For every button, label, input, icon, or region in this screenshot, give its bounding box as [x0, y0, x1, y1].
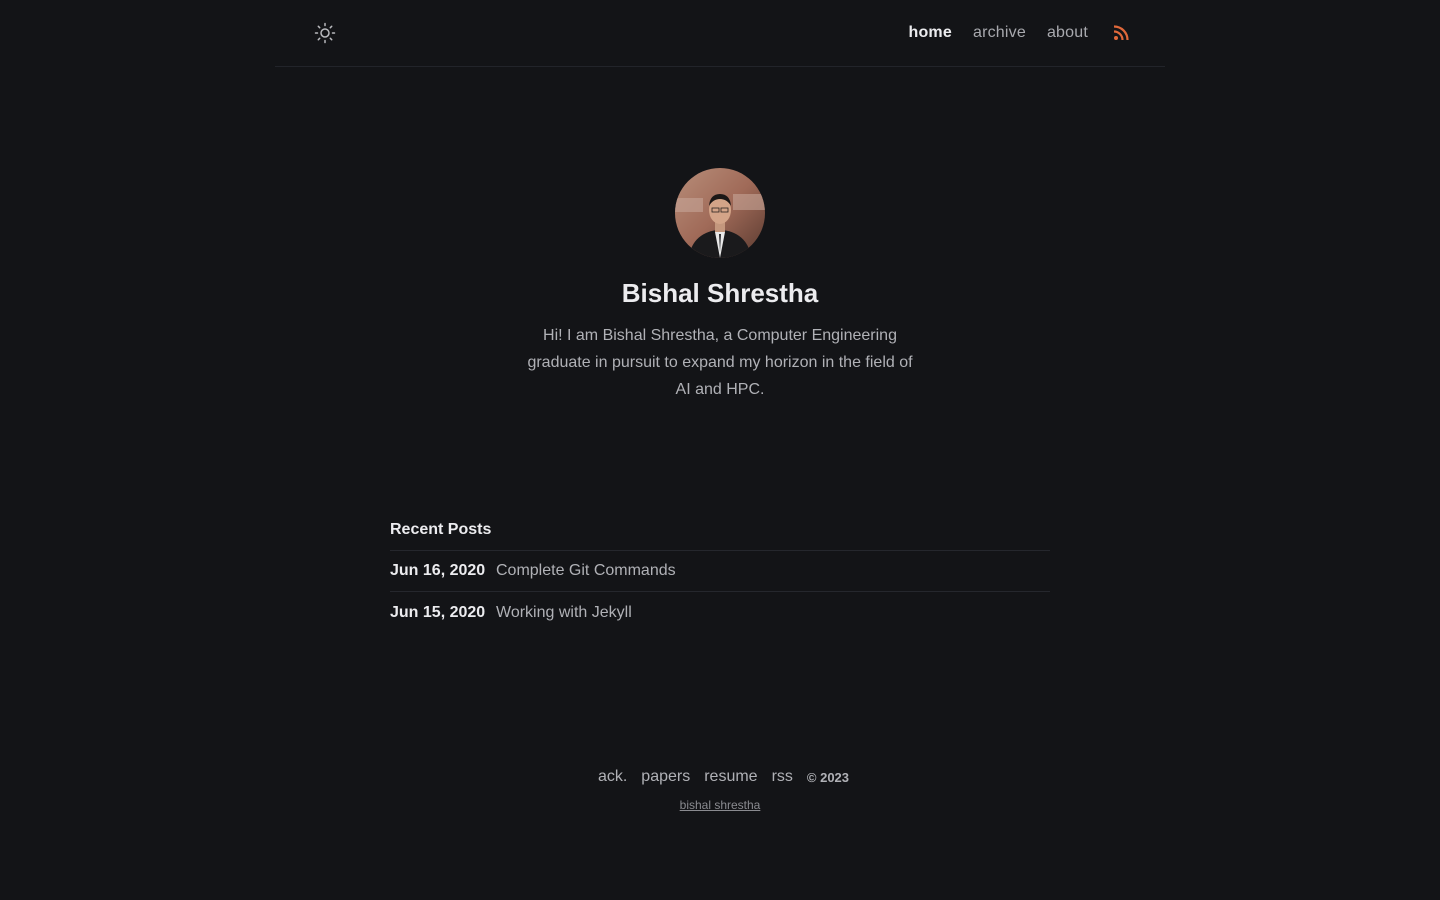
- rss-feed-link[interactable]: [1113, 25, 1129, 41]
- site-footer: ack. papers resume rss © 2023 bishal shr…: [0, 765, 1440, 814]
- post-row: Jun 16, 2020 Complete Git Commands: [390, 551, 1050, 592]
- footer-links: ack. papers resume rss © 2023: [0, 765, 1440, 789]
- footer-ack-link[interactable]: ack.: [598, 768, 627, 786]
- footer-resume-link[interactable]: resume: [704, 768, 757, 786]
- copyright-text: © 2023: [806, 769, 850, 785]
- post-row: Jun 15, 2020 Working with Jekyll: [390, 592, 1050, 633]
- post-title-link[interactable]: Working with Jekyll: [496, 604, 632, 622]
- avatar: [675, 168, 765, 258]
- profile-bio: Hi! I am Bishal Shrestha, a Computer Eng…: [527, 327, 913, 398]
- recent-posts-heading: Recent Posts: [390, 519, 1050, 551]
- nav-about-link[interactable]: about: [1047, 24, 1088, 42]
- profile-name: Bishal Shrestha: [621, 278, 819, 308]
- theme-toggle-button[interactable]: [314, 22, 336, 44]
- main-nav: home archive about: [887, 21, 1129, 45]
- nav-archive-link[interactable]: archive: [973, 24, 1026, 42]
- site-header: home archive about: [275, 0, 1165, 67]
- post-date: Jun 16, 2020: [390, 562, 486, 579]
- post-title-link[interactable]: Complete Git Commands: [496, 562, 676, 580]
- profile-section: Bishal Shrestha Hi! I am Bishal Shrestha…: [0, 168, 1440, 403]
- nav-home-link[interactable]: home: [908, 24, 951, 42]
- post-date: Jun 15, 2020: [390, 603, 486, 621]
- rss-icon: [1113, 25, 1129, 41]
- footer-author-link[interactable]: bishal shrestha: [680, 798, 761, 812]
- footer-papers-link[interactable]: papers: [641, 768, 690, 786]
- recent-posts-section: Recent Posts Jun 16, 2020 Complete Git C…: [390, 519, 1050, 633]
- footer-rss-link[interactable]: rss: [772, 768, 793, 786]
- sun-icon: [314, 22, 336, 44]
